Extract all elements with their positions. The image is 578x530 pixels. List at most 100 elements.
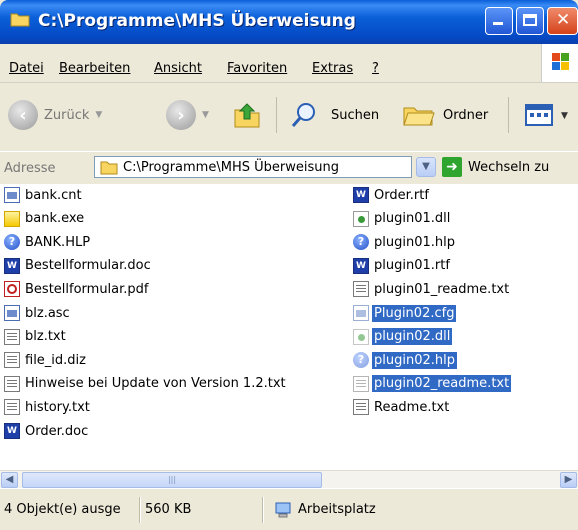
file-item[interactable]: bank.cnt (4, 186, 84, 204)
file-item[interactable]: plugin01.dll (353, 210, 452, 228)
word-file-icon: W (4, 257, 20, 274)
file-list[interactable]: bank.cnt bank.exe? BANK.HLP W Bestellformula… (0, 184, 578, 470)
file-item[interactable]: plugin02.dll (353, 328, 453, 346)
doc-file-icon (4, 399, 20, 416)
file-name: Plugin02.cfg (372, 304, 457, 322)
minimize-icon (493, 22, 503, 25)
horizontal-scrollbar[interactable]: ◀ ||| ▶ (0, 470, 578, 489)
file-item[interactable]: Bestellformular.pdf (4, 280, 151, 298)
help-file-icon: ? (353, 352, 369, 369)
file-name: plugin02.dll (372, 328, 453, 346)
title-bar[interactable]: C:\Programme\MHS Überweisung ✕ (0, 0, 578, 44)
back-button[interactable]: ‹ Zurück ▼ (8, 100, 102, 130)
cnt-file-icon (4, 305, 20, 321)
doc-file-icon (353, 399, 369, 416)
cnt-file-icon (4, 187, 20, 203)
address-dropdown-icon[interactable]: ▼ (416, 157, 436, 177)
view-icon[interactable] (525, 103, 553, 127)
doc-file-icon (4, 328, 20, 345)
go-arrow-icon[interactable]: ➜ (442, 157, 462, 177)
file-item[interactable]: blz.txt (4, 328, 68, 346)
file-item[interactable]: ? plugin02.hlp (353, 351, 457, 369)
menu-ansicht[interactable]: Ansicht (154, 61, 202, 76)
file-name: Order.rtf (374, 187, 429, 203)
menu-datei-label: Datei (9, 61, 44, 76)
file-item[interactable]: Hinweise bei Update von Version 1.2.txt (4, 375, 288, 393)
scroll-thumb[interactable]: ||| (22, 472, 322, 488)
file-name: BANK.HLP (25, 234, 91, 250)
address-input[interactable]: C:\Programme\MHS Überweisung (94, 156, 412, 178)
menu-extras-label: Extras (312, 61, 354, 76)
search-icon[interactable] (290, 101, 318, 129)
explorer-window: C:\Programme\MHS Überweisung ✕ Datei Bea… (0, 0, 578, 530)
file-name: bank.cnt (25, 187, 82, 203)
menu-extras[interactable]: Extras (312, 61, 353, 76)
menu-help-label: ? (372, 61, 379, 76)
help-file-icon: ? (353, 234, 369, 251)
file-item[interactable]: file_id.diz (4, 351, 88, 369)
cnt-file-icon (353, 305, 369, 321)
file-item[interactable]: Readme.txt (353, 398, 451, 416)
menu-bearbeiten[interactable]: Bearbeiten (59, 61, 130, 76)
menu-datei[interactable]: Datei (9, 61, 44, 76)
back-label: Zurück (44, 107, 90, 123)
file-name: Bestellformular.doc (25, 258, 151, 274)
address-value: C:\Programme\MHS Überweisung (123, 160, 339, 175)
file-item[interactable]: ? plugin01.hlp (353, 233, 457, 251)
menu-help[interactable]: ? (372, 61, 379, 76)
file-item[interactable]: Plugin02.cfg (353, 304, 457, 322)
file-item[interactable]: W Order.rtf (353, 186, 431, 204)
status-location: Arbeitsplatz (298, 502, 376, 517)
search-button[interactable]: Suchen (331, 108, 379, 123)
status-separator-2 (262, 497, 264, 523)
file-name: plugin02_readme.txt (372, 375, 512, 393)
doc-file-icon (353, 281, 369, 298)
pdf-file-icon (4, 281, 20, 298)
file-item[interactable]: plugin01_readme.txt (353, 280, 511, 298)
file-name: Order.doc (25, 423, 89, 439)
file-name: plugin01_readme.txt (374, 281, 510, 297)
file-item[interactable]: W Bestellformular.doc (4, 257, 153, 275)
scroll-left-button[interactable]: ◀ (1, 472, 18, 488)
up-folder-icon[interactable] (232, 100, 262, 130)
help-file-icon: ? (4, 234, 20, 251)
file-item[interactable]: history.txt (4, 398, 92, 416)
forward-dropdown-icon[interactable]: ▼ (202, 110, 209, 120)
address-label: Adresse (4, 161, 56, 176)
toolbar-separator-2 (508, 97, 509, 133)
go-button[interactable]: Wechseln zu (468, 160, 549, 175)
file-item[interactable]: plugin02_readme.txt (353, 375, 512, 393)
menu-favoriten[interactable]: Favoriten (227, 61, 287, 76)
folders-icon[interactable] (402, 101, 436, 129)
file-name: file_id.diz (25, 352, 86, 368)
exe-file-icon (4, 210, 20, 227)
scroll-right-button[interactable]: ▶ (560, 472, 577, 488)
menu-bar: Datei Bearbeiten Ansicht Favoriten Extra… (0, 44, 578, 83)
doc-file-icon (4, 352, 20, 369)
close-button[interactable]: ✕ (547, 7, 578, 35)
menu-favoriten-label: Favoriten (227, 61, 288, 76)
back-dropdown-icon[interactable]: ▼ (95, 110, 102, 120)
file-item[interactable]: ? BANK.HLP (4, 233, 92, 251)
my-computer-icon (275, 502, 291, 518)
file-item[interactable]: blz.asc (4, 304, 72, 322)
window-title: C:\Programme\MHS Überweisung (38, 11, 356, 31)
file-name: plugin01.rtf (374, 258, 450, 274)
toolbar: ‹ Zurück ▼ › ▼ Suchen Ordner ▼ (0, 83, 578, 152)
word-file-icon: W (353, 187, 369, 203)
file-item[interactable]: bank.exe (4, 210, 86, 228)
doc-file-icon (353, 375, 369, 392)
maximize-button[interactable] (516, 7, 544, 35)
folders-button[interactable]: Ordner (443, 108, 488, 123)
file-name: Readme.txt (374, 399, 450, 415)
folder-icon (10, 13, 30, 27)
toolbar-separator (276, 97, 277, 133)
forward-button[interactable]: › ▼ (166, 100, 209, 130)
file-item[interactable]: W Order.doc (4, 422, 90, 440)
minimize-button[interactable] (485, 7, 513, 35)
file-name: blz.txt (25, 329, 66, 345)
file-name: history.txt (25, 399, 90, 415)
view-dropdown-icon[interactable]: ▼ (561, 111, 568, 121)
file-item[interactable]: Wplugin01.rtf (353, 257, 452, 275)
dll-file-icon (353, 210, 369, 227)
